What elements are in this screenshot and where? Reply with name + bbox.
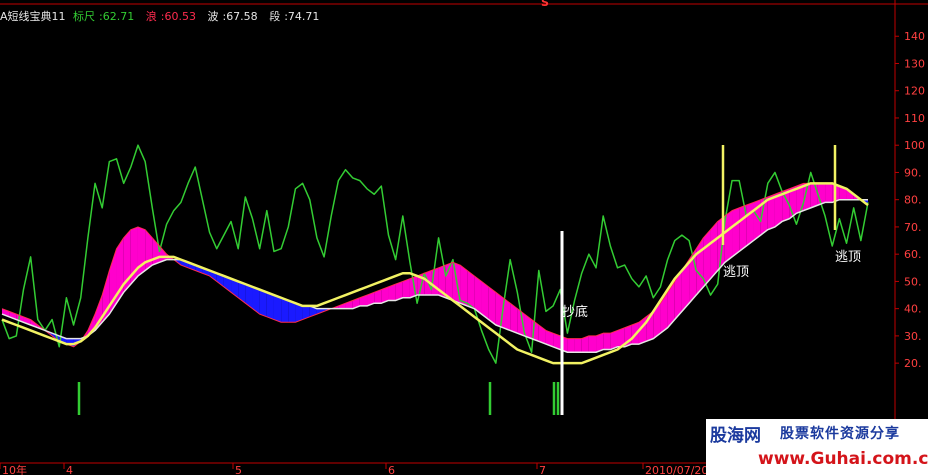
x-tick-label: 7 bbox=[539, 464, 546, 475]
fill-band bbox=[402, 278, 410, 298]
y-tick-label: 100 bbox=[904, 139, 925, 152]
x-tick-label: 4 bbox=[66, 464, 73, 475]
fill-band bbox=[245, 284, 253, 309]
fill-band bbox=[732, 207, 740, 257]
watermark: 股海网 股票软件资源分享 www.Guhai.com.cn bbox=[706, 419, 928, 475]
fill-band bbox=[574, 338, 582, 353]
fill-band bbox=[703, 229, 711, 287]
y-tick-label: 40. bbox=[904, 303, 922, 316]
fill-band bbox=[710, 221, 718, 279]
y-tick-label: 110 bbox=[904, 112, 925, 125]
x-tick-label: 5 bbox=[235, 464, 242, 475]
fill-band bbox=[467, 270, 475, 309]
x-tick-label: 6 bbox=[388, 464, 395, 475]
fill-band bbox=[588, 335, 597, 353]
y-tick-label: 50. bbox=[904, 275, 922, 288]
fill-band bbox=[746, 202, 754, 246]
x-tick-label: 10年 bbox=[2, 463, 27, 475]
fill-band bbox=[825, 183, 833, 203]
y-tick-label: 90. bbox=[904, 166, 922, 179]
fill-band bbox=[810, 183, 818, 208]
fill-band bbox=[481, 281, 489, 320]
top-marker: S bbox=[541, 0, 549, 9]
fill-band bbox=[137, 226, 146, 276]
annotation-label: 逃顶 bbox=[835, 250, 861, 265]
y-tick-label: 60. bbox=[904, 248, 922, 261]
fill-band bbox=[460, 265, 468, 306]
fill-band bbox=[603, 333, 611, 350]
watermark-text: 股票软件资源分享 bbox=[780, 426, 900, 442]
fill-band bbox=[145, 229, 153, 271]
fill-band bbox=[266, 292, 274, 320]
fill-band bbox=[281, 297, 289, 323]
annotation-label: 逃顶 bbox=[723, 265, 749, 280]
y-tick-label: 140 bbox=[904, 30, 925, 43]
y-tick-label: 20. bbox=[904, 357, 922, 370]
y-tick-label: 120 bbox=[904, 85, 925, 98]
fill-band bbox=[259, 289, 267, 317]
fill-band bbox=[817, 183, 826, 206]
y-tick-label: 30. bbox=[904, 330, 922, 343]
fill-band bbox=[567, 338, 575, 353]
fill-band bbox=[273, 295, 282, 323]
y-tick-label: 80. bbox=[904, 194, 922, 207]
fill-band bbox=[474, 275, 482, 315]
watermark-logo: 股海网 bbox=[710, 426, 761, 446]
x-tick-label: 2010/07/20 bbox=[645, 464, 708, 475]
y-tick-label: 70. bbox=[904, 221, 922, 234]
annotation-label: 抄底 bbox=[562, 304, 588, 320]
indicator-chart: 抄底逃顶逃顶 S14013012011010090.80.70.60.50.40… bbox=[0, 0, 928, 475]
fill-band bbox=[488, 286, 496, 325]
y-tick-label: 130 bbox=[904, 57, 925, 70]
watermark-url: www.Guhai.com.cn bbox=[758, 449, 928, 469]
